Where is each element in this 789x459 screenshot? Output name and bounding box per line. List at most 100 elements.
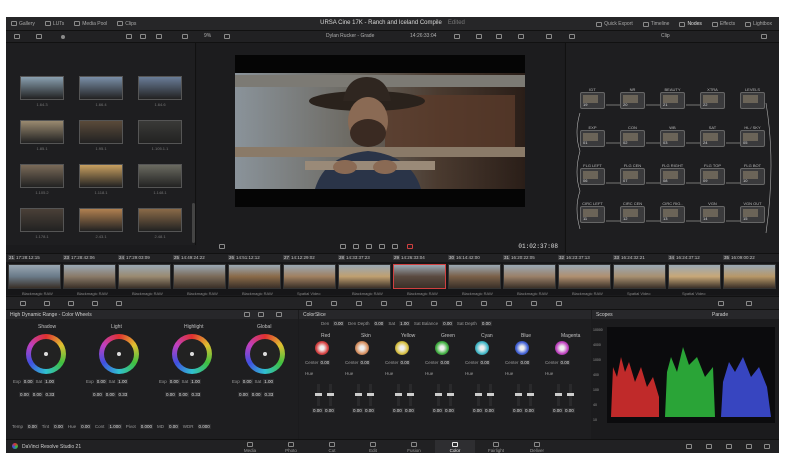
gallery-still[interactable]: 1.64.3: [20, 76, 64, 107]
node-circ-left[interactable]: CIRC LEFT 11: [580, 201, 605, 223]
blur-icon[interactable]: [456, 301, 462, 306]
node-levels[interactable]: LEVELS: [740, 87, 765, 109]
value-field[interactable]: 0.33: [263, 392, 275, 397]
value-field[interactable]: 0.00: [564, 408, 575, 413]
value-field[interactable]: 0.00: [238, 392, 249, 397]
clip-thumbnail[interactable]: [283, 264, 336, 289]
value-field[interactable]: 0.00: [399, 360, 411, 365]
slice-wheel-green[interactable]: [435, 341, 449, 355]
value-field[interactable]: 0.00: [80, 424, 91, 429]
value-field[interactable]: 0.00: [312, 408, 323, 413]
node-circ-cen[interactable]: CIRC CEN 12: [620, 201, 645, 223]
wheel-puck[interactable]: [117, 352, 121, 356]
camera-raw-icon[interactable]: [20, 301, 26, 306]
slider-handle[interactable]: [435, 393, 442, 396]
value-field[interactable]: 0.00: [484, 408, 495, 413]
page-tab-photo[interactable]: Photo: [271, 440, 311, 453]
sizing-icon[interactable]: [506, 301, 512, 306]
value-field[interactable]: 0.00: [250, 392, 262, 397]
panel-options-icon[interactable]: [276, 312, 282, 317]
slider-handle[interactable]: [555, 393, 562, 396]
gallery-still[interactable]: 1.66.4: [79, 76, 123, 107]
clip-thumbnail[interactable]: [503, 264, 556, 289]
wipe-icon[interactable]: [476, 34, 482, 39]
viewer-mode-icon[interactable]: [224, 34, 230, 39]
slice-wheel-red[interactable]: [315, 341, 329, 355]
node-options-icon[interactable]: [761, 34, 767, 39]
tab-gallery[interactable]: Gallery: [6, 21, 40, 27]
wheel-puck[interactable]: [44, 352, 48, 356]
slice-slider[interactable]: [447, 384, 454, 406]
value-field[interactable]: 0.00: [165, 392, 176, 397]
value-field[interactable]: 1.00: [190, 379, 202, 384]
slice-wheel-skin[interactable]: [355, 341, 369, 355]
slider-handle[interactable]: [327, 393, 334, 396]
page-tab-cut[interactable]: Cut: [312, 440, 352, 453]
value-field[interactable]: 0.00: [479, 360, 491, 365]
node-xtra[interactable]: XTRA 22: [700, 87, 725, 109]
tab-nodes[interactable]: Nodes: [674, 21, 706, 27]
node-hl-sky[interactable]: HL / SKY 05: [740, 125, 765, 147]
value-field[interactable]: 0.000: [197, 424, 211, 429]
color-wheel-light[interactable]: [99, 334, 139, 374]
node-circ-rig-[interactable]: CIRC RIG.. 13: [660, 201, 685, 223]
fx-icon[interactable]: [556, 301, 562, 306]
value-field[interactable]: 0.00: [333, 321, 345, 326]
value-field[interactable]: 1.00: [117, 379, 129, 384]
slider-handle[interactable]: [395, 393, 402, 396]
tab-quick-export[interactable]: Quick Export: [591, 21, 638, 27]
info-icon[interactable]: [746, 301, 752, 306]
curves-icon[interactable]: [306, 301, 312, 306]
key-icon[interactable]: [481, 301, 487, 306]
qualifier-icon[interactable]: [356, 301, 362, 306]
slider-handle[interactable]: [515, 393, 522, 396]
node-flg-right[interactable]: FLG RIGHT 08: [660, 163, 685, 185]
tab-timeline[interactable]: Timeline: [638, 21, 675, 27]
highlight-icon[interactable]: [518, 34, 524, 39]
value-field[interactable]: 0.00: [168, 379, 180, 384]
colorslice-icon[interactable]: [331, 301, 337, 306]
slider-handle[interactable]: [315, 393, 322, 396]
node-mode[interactable]: Clip: [661, 33, 670, 39]
play-reverse-icon[interactable]: [353, 244, 359, 249]
value-field[interactable]: 0.00: [19, 392, 30, 397]
hand-icon[interactable]: [569, 34, 575, 39]
node-wb[interactable]: WB 03: [660, 125, 685, 147]
skip-start-icon[interactable]: [340, 244, 346, 249]
value-field[interactable]: 0.33: [117, 392, 129, 397]
node-vgn-out[interactable]: VGN OUT 15: [740, 201, 765, 223]
value-field[interactable]: 0.00: [324, 408, 335, 413]
slice-wheel-cyan[interactable]: [475, 341, 489, 355]
node-beauty[interactable]: BEAUTY 21: [660, 87, 685, 109]
play-icon[interactable]: [379, 244, 385, 249]
clip-thumbnail[interactable]: [63, 264, 116, 289]
slice-slider[interactable]: [355, 384, 362, 406]
value-field[interactable]: 0.33: [44, 392, 56, 397]
clip-thumbnail[interactable]: [118, 264, 171, 289]
gallery-still[interactable]: 1.148.1: [138, 164, 182, 195]
clip-thumbnail[interactable]: [448, 264, 501, 289]
value-field[interactable]: 0.00: [519, 360, 531, 365]
clip-thumbnail[interactable]: [393, 264, 446, 289]
value-field[interactable]: 0.00: [31, 392, 43, 397]
slice-slider[interactable]: [527, 384, 534, 406]
skip-end-icon[interactable]: [392, 244, 398, 249]
wheel-puck[interactable]: [190, 352, 194, 356]
gallery-still[interactable]: 2.48.1: [138, 208, 182, 239]
node-vgn[interactable]: VGN 14: [700, 201, 725, 223]
value-field[interactable]: 1.00: [44, 379, 56, 384]
wheel-mode-icon[interactable]: [258, 312, 264, 317]
gallery-still[interactable]: 2.43.1: [79, 208, 123, 239]
value-field[interactable]: 0.00: [53, 424, 64, 429]
slice-slider[interactable]: [515, 384, 522, 406]
slice-wheel-magenta[interactable]: [555, 341, 569, 355]
gallery-still[interactable]: 1.178.1: [20, 208, 64, 239]
page-tab-color[interactable]: Color: [435, 440, 475, 453]
value-field[interactable]: 0.00: [364, 408, 375, 413]
value-field[interactable]: 0.33: [190, 392, 202, 397]
value-field[interactable]: 0.00: [552, 408, 563, 413]
node-flg-left[interactable]: FLG LEFT 06: [580, 163, 605, 185]
value-field[interactable]: 0.00: [480, 321, 492, 326]
value-field[interactable]: 1.00: [263, 379, 275, 384]
value-field[interactable]: 0.00: [442, 321, 453, 326]
